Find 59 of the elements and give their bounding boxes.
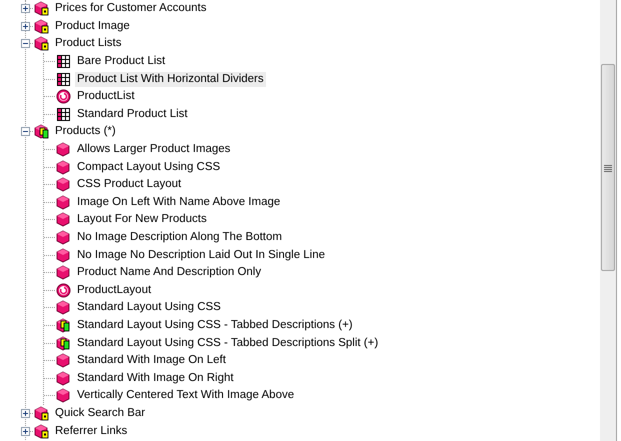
cube-folder-icon: [34, 1, 49, 16]
tree-item[interactable]: Standard With Image On Right: [75, 370, 236, 386]
expander-icon[interactable]: [21, 408, 30, 418]
tree-item[interactable]: Layout For New Products: [75, 212, 209, 228]
tree-item[interactable]: Product Name And Description Only: [75, 265, 264, 280]
tree-item[interactable]: Vertically Centered Text With Image Above: [75, 388, 296, 404]
tree-item[interactable]: Standard Product List: [75, 106, 190, 122]
cube-icon: [56, 177, 71, 192]
cube-icon: [56, 388, 71, 404]
cube-icon: [56, 230, 71, 246]
tree-item[interactable]: Bare Product List: [75, 54, 168, 70]
tree-item[interactable]: Product Lists: [53, 36, 124, 52]
expander-icon[interactable]: [21, 22, 30, 31]
cube-tag-icon: [56, 336, 71, 351]
cube-icon: [56, 353, 71, 368]
tree-item[interactable]: Standard Layout Using CSS - Tabbed Descriptions (+): [75, 318, 355, 333]
tree-item[interactable]: ProductLayout: [75, 282, 154, 298]
tree-item[interactable]: Referrer Links: [53, 424, 130, 439]
tree-item[interactable]: No Image No Description Laid Out In Single Line: [75, 248, 328, 263]
cube-icon: [56, 300, 71, 316]
grid-icon: [56, 106, 71, 122]
tree-item[interactable]: Compact Layout Using CSS: [75, 160, 222, 175]
cube-folder-icon: [34, 424, 49, 439]
cube-folder-icon: [34, 36, 49, 52]
tree-item[interactable]: No Image Description Along The Bottom: [75, 230, 284, 246]
tree-item[interactable]: Quick Search Bar: [53, 406, 148, 421]
cube-icon: [56, 142, 71, 158]
expander-icon[interactable]: [21, 4, 30, 14]
cube-icon: [56, 212, 71, 228]
expander-icon[interactable]: [21, 426, 30, 436]
cube-tag-icon: [56, 318, 71, 333]
tree-item[interactable]: Standard Layout Using CSS: [75, 300, 223, 316]
cube-folder-icon: [34, 18, 49, 34]
grid-icon: [56, 54, 71, 70]
cube-icon: [56, 194, 71, 210]
tree-item[interactable]: Image On Left With Name Above Image: [75, 194, 282, 210]
scrollbar-thumb[interactable]: [601, 64, 615, 271]
cube-icon: [56, 248, 71, 263]
cube-icon: [56, 265, 71, 280]
tree-item[interactable]: Standard Layout Using CSS - Tabbed Descriptions Split (+): [75, 336, 380, 351]
cube-folder-icon: [34, 406, 49, 421]
tree-item[interactable]: Standard With Image On Left: [75, 353, 228, 368]
grid-icon: [56, 72, 71, 87]
cube-folder-icon: [34, 124, 49, 140]
ring-icon: [56, 282, 71, 298]
scrollbar[interactable]: [600, 0, 617, 441]
tree-item[interactable]: ProductList: [75, 89, 137, 104]
grip-icon: [604, 164, 612, 172]
tree-item[interactable]: CSS Product Layout: [75, 177, 184, 192]
cube-icon: [56, 160, 71, 175]
cube-icon: [56, 370, 71, 386]
tree-item[interactable]: Product Image: [53, 18, 132, 34]
tree-item[interactable]: Product List With Horizontal Dividers: [75, 72, 266, 87]
expander-icon[interactable]: [21, 39, 30, 48]
tree-item[interactable]: Prices for Customer Accounts: [53, 1, 208, 16]
ring-icon: [56, 89, 71, 104]
tree-item[interactable]: Allows Larger Product Images: [75, 142, 232, 158]
tree-item[interactable]: Products (*): [53, 124, 118, 140]
expander-icon[interactable]: [21, 127, 30, 136]
